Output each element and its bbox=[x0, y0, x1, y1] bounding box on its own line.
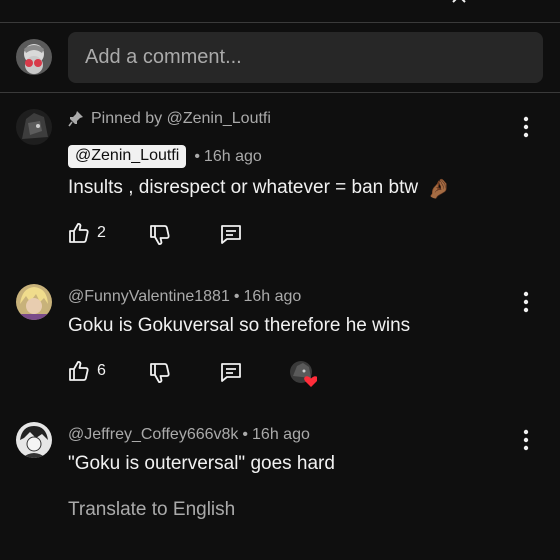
like-count: 2 bbox=[97, 224, 106, 241]
reply-button[interactable] bbox=[219, 360, 243, 384]
thumbs-down-icon[interactable] bbox=[148, 361, 172, 385]
author-name[interactable]: @Zenin_Loutfi bbox=[68, 145, 187, 168]
reply-icon[interactable] bbox=[219, 360, 243, 384]
timestamp: 16h ago bbox=[203, 147, 262, 165]
pinched-fingers-emoji: 🤌🏾 bbox=[427, 179, 452, 200]
pinned-label: Pinned by @Zenin_Loutfi bbox=[91, 110, 271, 127]
timestamp: 16h ago bbox=[252, 426, 310, 443]
avatar[interactable] bbox=[16, 422, 52, 458]
avatar[interactable] bbox=[16, 284, 52, 320]
pinned-label-row: Pinned by @Zenin_Loutfi bbox=[68, 110, 271, 128]
meta-separator: • bbox=[242, 426, 249, 443]
like-button[interactable]: 2 bbox=[67, 221, 106, 245]
author-name[interactable]: @Jeffrey_Coffey666v8k bbox=[68, 426, 238, 444]
comment-meta: @Zenin_Loutfi • 16h ago bbox=[68, 145, 262, 168]
more-vert-icon[interactable] bbox=[518, 115, 534, 139]
comment-body: Insults , disrespect or whatever = ban b… bbox=[68, 177, 419, 198]
thumbs-up-icon[interactable] bbox=[67, 359, 91, 383]
dislike-button[interactable] bbox=[148, 223, 172, 247]
meta-separator: • bbox=[233, 288, 240, 305]
reply-icon[interactable] bbox=[219, 222, 243, 246]
avatar[interactable] bbox=[16, 109, 52, 145]
chevron-up-icon[interactable] bbox=[452, 0, 466, 4]
comment-text: "Goku is outerversal" goes hard bbox=[68, 453, 335, 474]
meta-separator: • bbox=[194, 147, 200, 165]
comment-meta: @FunnyValentine1881 • 16h ago bbox=[68, 288, 301, 306]
comment-meta: @Jeffrey_Coffey666v8k • 16h ago bbox=[68, 426, 310, 444]
creator-heart-icon bbox=[290, 361, 317, 387]
comment-composer[interactable] bbox=[68, 32, 543, 83]
comment-input[interactable] bbox=[68, 32, 543, 83]
top-divider bbox=[0, 22, 560, 23]
dislike-button[interactable] bbox=[148, 361, 172, 385]
comment-text: Goku is Gokuversal so therefore he wins bbox=[68, 315, 411, 336]
translate-link[interactable]: Translate to English bbox=[68, 499, 235, 521]
like-button[interactable]: 6 bbox=[67, 359, 106, 383]
composer-divider bbox=[0, 92, 560, 93]
comment-text: Insults , disrespect or whatever = ban b… bbox=[68, 177, 451, 201]
more-vert-icon[interactable] bbox=[518, 290, 534, 314]
current-user-avatar bbox=[16, 39, 52, 75]
timestamp: 16h ago bbox=[243, 288, 302, 305]
pin-icon bbox=[68, 111, 83, 127]
like-count: 6 bbox=[97, 362, 106, 379]
thumbs-down-icon[interactable] bbox=[148, 223, 172, 247]
author-name[interactable]: @FunnyValentine1881 bbox=[68, 288, 230, 306]
reply-button[interactable] bbox=[219, 222, 243, 246]
thumbs-up-icon[interactable] bbox=[67, 221, 91, 245]
more-vert-icon[interactable] bbox=[518, 428, 534, 452]
